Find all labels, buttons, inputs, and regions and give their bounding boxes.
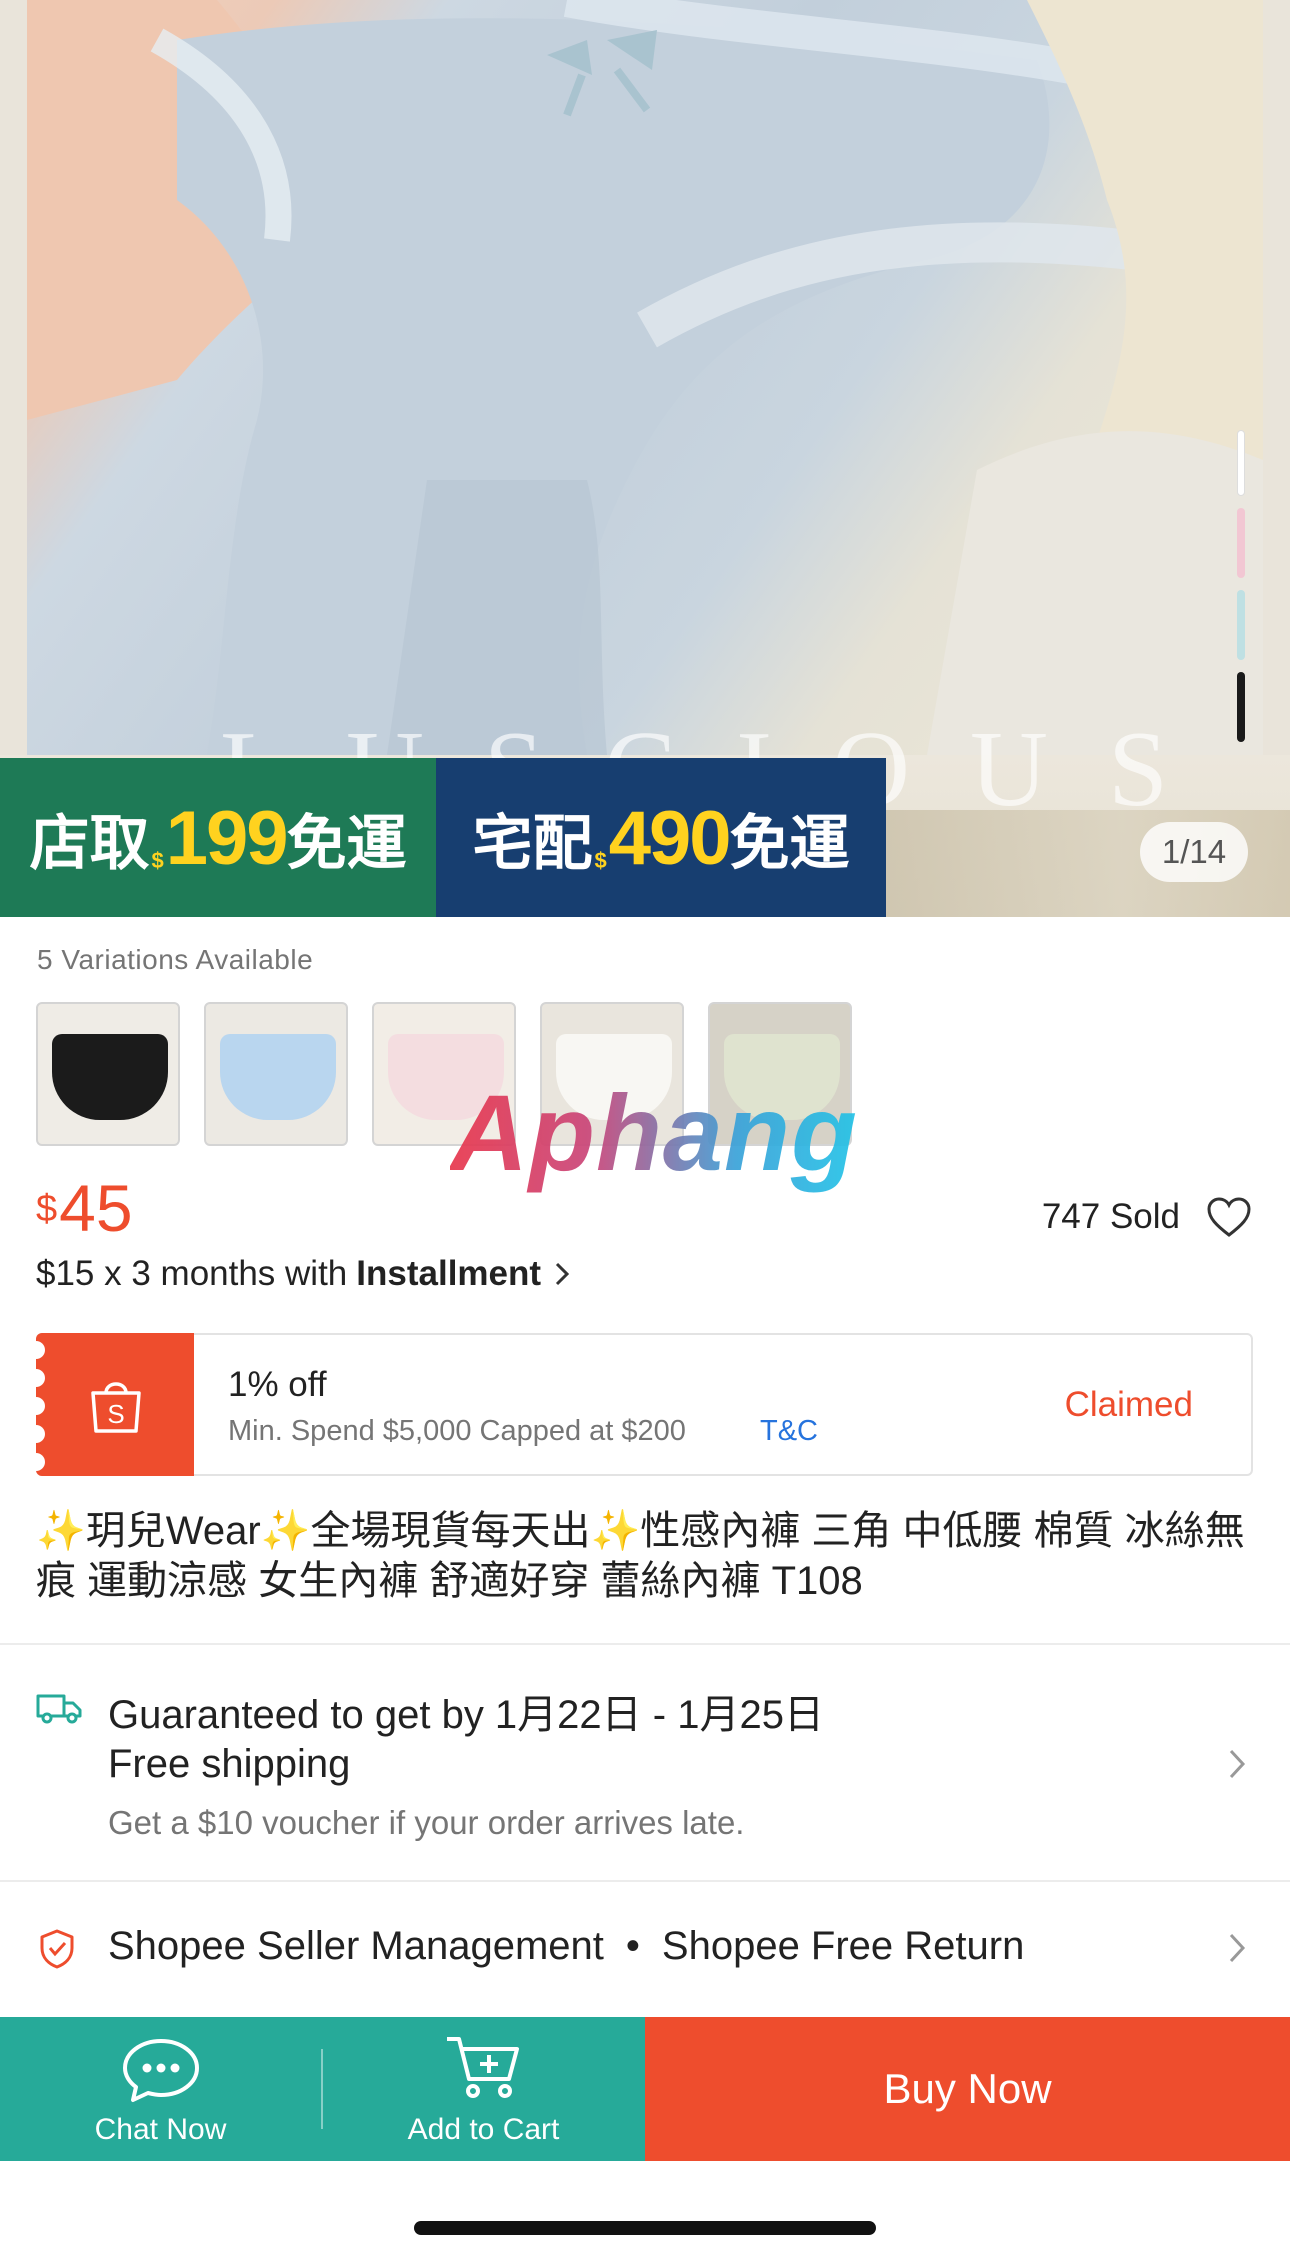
promo-prefix: 店取	[29, 809, 150, 877]
promo-banner-store-pickup: 店取 $ 199 免運	[0, 758, 436, 917]
separator-dot: •	[625, 1924, 640, 1968]
chevron-right-icon	[555, 1262, 570, 1286]
home-indicator	[414, 2221, 876, 2235]
promo-suffix: 免運	[286, 809, 407, 877]
price: $ 45	[36, 1170, 133, 1246]
chevron-right-icon	[1229, 1933, 1246, 1963]
shopee-bag-icon: S	[91, 1382, 141, 1433]
truck-icon	[36, 1694, 82, 1724]
swatch-white	[1237, 430, 1245, 496]
price-currency: $	[36, 1188, 58, 1230]
add-to-cart-label: Add to Cart	[407, 2113, 560, 2146]
shield-check-icon	[40, 1929, 74, 1969]
voucher-badge: S	[27, 1333, 194, 1476]
heart-icon[interactable]	[1206, 1196, 1252, 1238]
variations-label: 5 Variations Available	[37, 944, 314, 975]
seller-management-label: Shopee Seller Management	[108, 1924, 604, 1968]
voucher-title: 1% off	[228, 1365, 327, 1404]
price-amount: 45	[59, 1171, 133, 1245]
variation-thumb-blue[interactable]	[204, 1002, 348, 1146]
product-title: ✨玥兒Wear✨全場現貨每天出✨性感內褲 三角 中低腰 棉質 冰絲無痕 運動涼感…	[36, 1509, 1245, 1603]
promo-currency: $	[594, 848, 607, 873]
late-delivery-voucher-note: Get a $10 voucher if your order arrives …	[108, 1804, 745, 1841]
watermark-logo: Aphang	[450, 1072, 858, 1193]
swatch-aqua	[1237, 590, 1245, 660]
chat-now-button[interactable]: Chat Now	[0, 2017, 321, 2161]
variation-thumb-black[interactable]	[36, 1002, 180, 1146]
voucher-subtitle: Min. Spend $5,000 Capped at $200	[228, 1415, 686, 1447]
promo-amount: 490	[608, 795, 732, 881]
bottom-action-bar: Chat Now Add to Cart Buy Now	[0, 2017, 1290, 2161]
installment-prefix: $15 x 3 months with	[36, 1254, 348, 1293]
promo-amount: 199	[165, 795, 289, 881]
promo-prefix: 宅配	[472, 809, 593, 877]
chat-bubble-icon	[123, 2039, 199, 2102]
divider	[0, 1643, 1290, 1645]
add-to-cart-button[interactable]: Add to Cart	[323, 2017, 644, 2161]
promo-banner-home-delivery: 宅配 $ 490 免運	[436, 758, 886, 917]
installment-label: Installment	[356, 1254, 542, 1293]
chat-now-label: Chat Now	[94, 2113, 227, 2146]
divider	[0, 1880, 1290, 1882]
promo-suffix: 免運	[729, 809, 850, 877]
product-image-carousel[interactable]: LUSCIOUS 店取 $ 199 免運 宅配 $ 490 免運 1/14	[0, 0, 1290, 917]
swatch-black	[1237, 672, 1245, 742]
delivery-estimate: Guaranteed to get by 1月22日 - 1月25日	[108, 1693, 824, 1737]
promo-currency: $	[151, 848, 164, 873]
image-counter: 1/14	[1140, 822, 1248, 882]
voucher-card[interactable]: S 1% off Min. Spend $5,000 Capped at $20…	[27, 1333, 1253, 1476]
installment-link[interactable]: $15 x 3 months with Installment	[36, 1254, 570, 1294]
add-to-cart-icon	[447, 2037, 519, 2098]
voucher-status: Claimed	[1064, 1385, 1193, 1424]
voucher-tc-link[interactable]: T&C	[760, 1415, 818, 1448]
sold-count: 747 Sold	[1041, 1197, 1180, 1236]
product-photo	[27, 0, 1263, 755]
guarantee-text: Shopee Seller Management • Shopee Free Ret…	[108, 1924, 1024, 1969]
buy-now-button[interactable]: Buy Now	[645, 2017, 1290, 2161]
free-return-label: Shopee Free Return	[661, 1924, 1025, 1968]
swatch-pink	[1237, 508, 1245, 578]
chevron-right-icon	[1229, 1749, 1246, 1779]
svg-text:S: S	[107, 1399, 124, 1429]
free-shipping-label: Free shipping	[108, 1742, 351, 1786]
